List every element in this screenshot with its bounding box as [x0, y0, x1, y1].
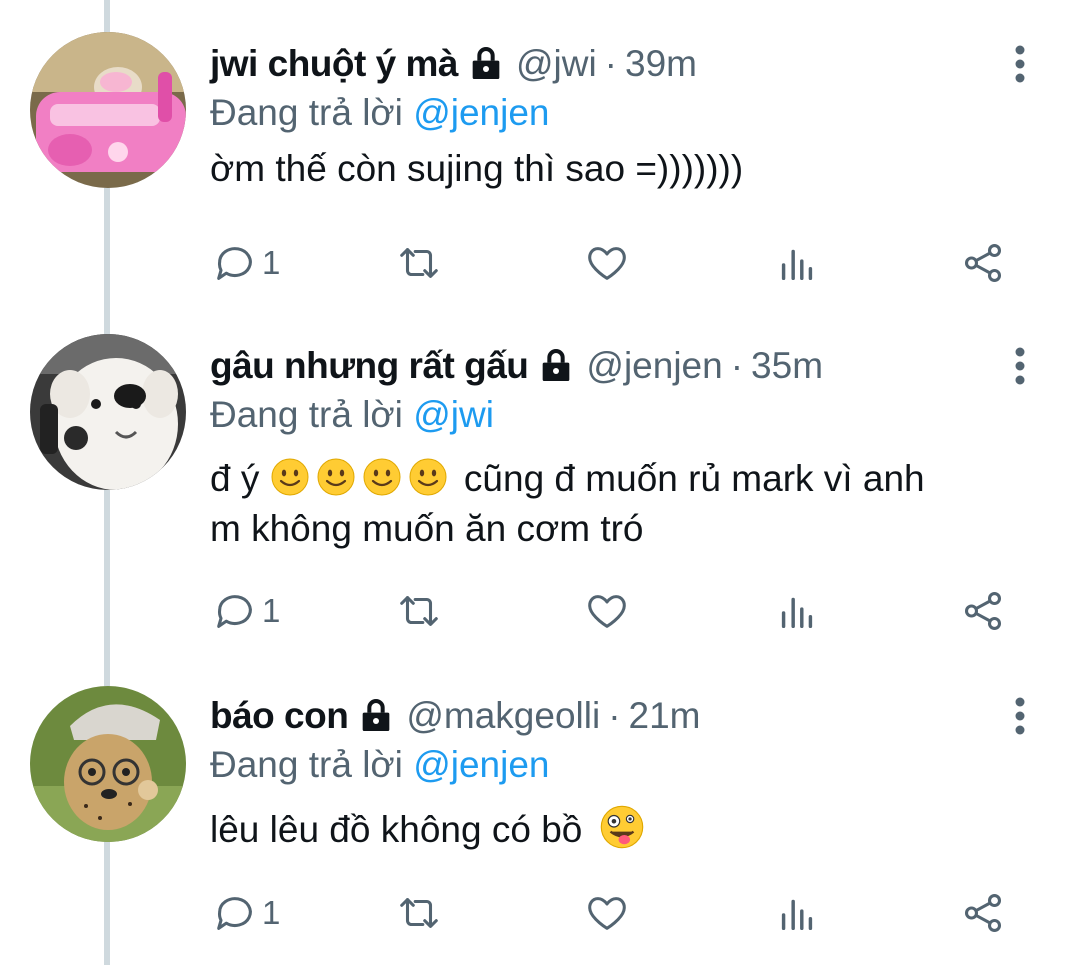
replying-mention-link[interactable]: @jenjen	[413, 92, 549, 133]
tweet-actions: 1	[212, 586, 1012, 636]
protected-lock-icon	[472, 47, 500, 79]
reply-button[interactable]: 1	[212, 888, 280, 938]
tweet-actions: 1	[212, 238, 1012, 288]
replying-to: Đang trả lời @jenjen	[210, 740, 1040, 790]
separator-dot: ·	[730, 345, 744, 386]
like-button[interactable]	[584, 586, 630, 636]
reply-count: 1	[262, 244, 281, 281]
heart-icon	[588, 897, 626, 930]
display-name[interactable]: gâu nhưng rất gấu	[210, 345, 529, 387]
replying-mention-link[interactable]: @jwi	[413, 394, 494, 435]
more-vertical-icon	[1015, 697, 1025, 735]
hamster-in-pink-car-avatar-icon	[30, 32, 186, 188]
user-handle[interactable]: @makgeolli	[406, 695, 600, 737]
avatar[interactable]	[30, 686, 186, 842]
share-button[interactable]	[960, 888, 1006, 938]
analytics-button[interactable]	[774, 586, 820, 636]
more-options-button[interactable]	[1000, 692, 1040, 740]
reply-button[interactable]: 1	[212, 238, 280, 288]
avatar[interactable]	[30, 32, 186, 188]
share-icon	[964, 244, 1002, 282]
analytics-button[interactable]	[774, 238, 820, 288]
protected-lock-icon	[543, 349, 570, 381]
retweet-icon	[400, 248, 438, 278]
more-options-button[interactable]	[1000, 342, 1040, 390]
reply-button[interactable]: 1	[212, 586, 280, 636]
replying-prefix: Đang trả lời	[210, 744, 403, 785]
user-handle[interactable]: @jenjen	[586, 345, 722, 387]
tweet-text: ờm thế còn sujing thì sao =)))))))	[210, 144, 1040, 194]
replying-prefix: Đang trả lời	[210, 394, 403, 435]
white-dog-avatar-icon	[30, 334, 186, 490]
retweet-icon	[400, 898, 438, 928]
more-options-button[interactable]	[1000, 40, 1040, 88]
heart-icon	[588, 247, 626, 280]
heart-icon	[588, 595, 626, 628]
tweet-text-line: ờm thế còn sujing thì sao =)))))))	[210, 148, 744, 189]
emoji-group	[270, 458, 454, 499]
display-name[interactable]: jwi chuột ý mà	[210, 43, 458, 85]
share-icon	[964, 894, 1002, 932]
analytics-bars-icon	[781, 249, 813, 281]
tweet-text: đ ý cũng đ muốn rủ mark vì anh m không m…	[210, 454, 1040, 554]
timestamp[interactable]: 39m	[625, 43, 697, 85]
slightly-smiling-face-emoji-icon	[363, 458, 401, 496]
reply-count: 1	[262, 592, 281, 629]
replying-to: Đang trả lời @jenjen	[210, 88, 1040, 138]
tweet-text-after-emoji: cũng đ muốn rủ mark vì anh	[463, 458, 925, 499]
user-handle[interactable]: @jwi	[516, 43, 597, 85]
analytics-bars-icon	[781, 899, 813, 931]
tweet-actions: 1	[212, 888, 1012, 938]
reply-bubble-icon	[217, 595, 252, 628]
retweet-button[interactable]	[396, 586, 442, 636]
reply-bubble-icon	[217, 897, 252, 930]
share-button[interactable]	[960, 238, 1006, 288]
analytics-button[interactable]	[774, 888, 820, 938]
protected-lock-icon	[363, 699, 390, 731]
share-icon	[964, 592, 1002, 630]
analytics-bars-icon	[781, 597, 813, 629]
like-button[interactable]	[584, 888, 630, 938]
tweet-text-before-emoji: lêu lêu đồ không có bồ	[210, 809, 583, 850]
cheetah-cub-avatar-icon	[30, 686, 186, 842]
tweet-text-line-1: đ ý cũng đ muốn rủ mark vì anh	[210, 454, 1040, 504]
timestamp[interactable]: 35m	[751, 345, 823, 387]
tweet-text-line-2: m không muốn ăn cơm tró	[210, 508, 644, 549]
slightly-smiling-face-emoji-icon	[271, 458, 309, 496]
retweet-button[interactable]	[396, 888, 442, 938]
display-name[interactable]: báo con	[210, 695, 349, 737]
separator-dot: ·	[604, 43, 617, 84]
tweet-text-before-emoji: đ ý	[210, 458, 260, 499]
slightly-smiling-face-emoji-icon	[409, 458, 447, 496]
tweet-header: gâu nhưng rất gấu @jenjen · 35m	[210, 342, 1040, 390]
more-vertical-icon	[1015, 45, 1025, 83]
more-vertical-icon	[1015, 347, 1025, 385]
retweet-icon	[400, 596, 438, 626]
replying-prefix: Đang trả lời	[210, 92, 403, 133]
replying-mention-link[interactable]: @jenjen	[413, 744, 549, 785]
slightly-smiling-face-emoji-icon	[317, 458, 355, 496]
retweet-button[interactable]	[396, 238, 442, 288]
like-button[interactable]	[584, 238, 630, 288]
avatar[interactable]	[30, 334, 186, 490]
tweet-header: báo con @makgeolli · 21m	[210, 692, 1040, 740]
zany-face-emoji-icon	[600, 805, 643, 849]
reply-count: 1	[262, 894, 281, 931]
timestamp[interactable]: 21m	[629, 695, 701, 737]
separator-dot: ·	[608, 695, 621, 736]
tweet-text: lêu lêu đồ không có bồ	[210, 804, 1040, 855]
share-button[interactable]	[960, 586, 1006, 636]
tweet-header: jwi chuột ý mà @jwi · 39m	[210, 40, 1040, 88]
reply-bubble-icon	[217, 247, 252, 280]
replying-to: Đang trả lời @jwi	[210, 390, 1040, 440]
